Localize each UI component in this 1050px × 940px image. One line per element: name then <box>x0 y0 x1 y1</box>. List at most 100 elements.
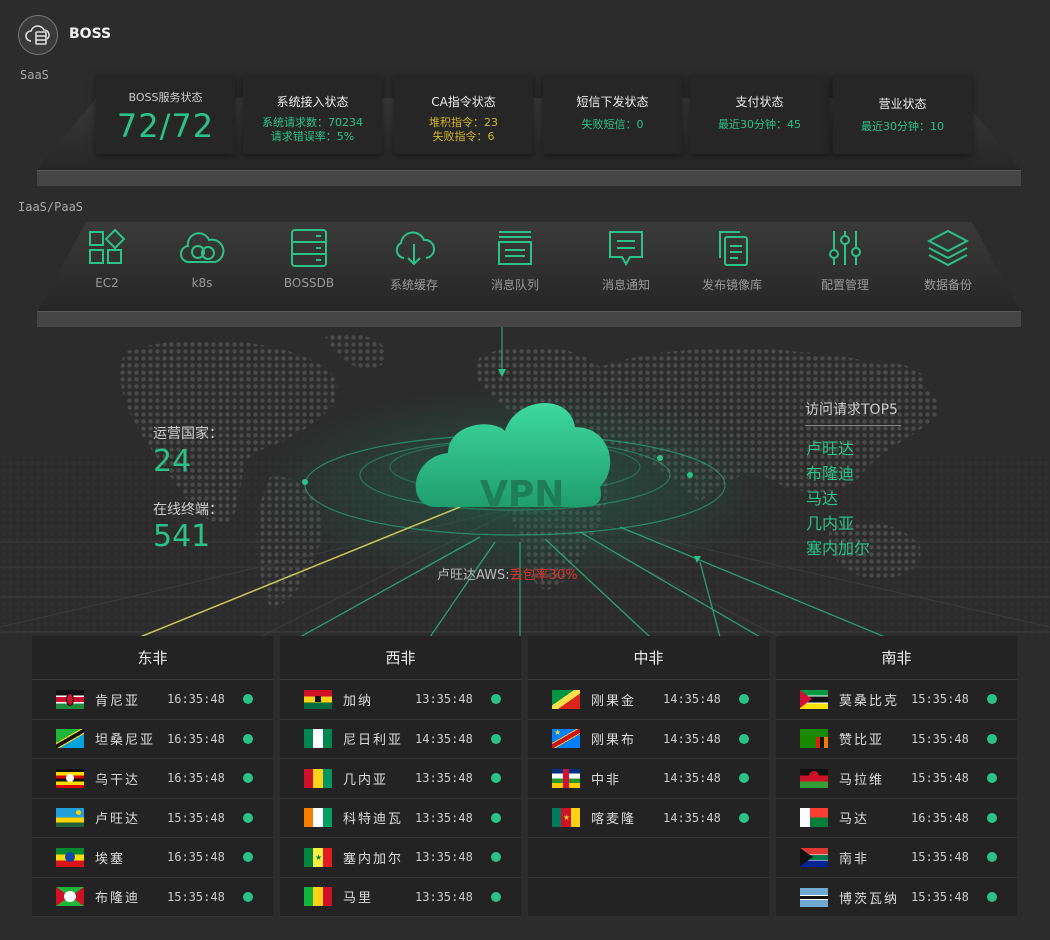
empty-row <box>528 838 769 878</box>
status-dot <box>243 694 253 705</box>
status-dot <box>491 733 501 744</box>
country-time: 15:35:48 <box>167 889 225 904</box>
database-server-icon <box>291 229 327 267</box>
status-dot <box>243 733 253 744</box>
status-dot <box>491 694 501 705</box>
service-cache[interactable]: 系统缓存 <box>364 228 464 293</box>
service-mq[interactable]: 消息队列 <box>465 228 565 293</box>
card-title: CA指令状态 <box>431 95 496 109</box>
status-dot <box>987 812 997 823</box>
country-row[interactable]: 卢旺达 15:35:48 <box>32 799 273 838</box>
malawi-flag-icon <box>800 768 828 788</box>
country-row[interactable]: 马拉维 15:35:48 <box>776 759 1017 799</box>
saas-layer-label: SaaS <box>20 68 49 82</box>
network-map: VPN 卢旺达AWS:丢包率30% 运营国家： 24 在线终端： 541 访问请… <box>0 327 1050 637</box>
status-dot <box>739 733 749 744</box>
layers-icon <box>926 229 970 267</box>
sms-status-card[interactable]: 短信下发状态 失败短信：0 <box>543 75 682 154</box>
country-row[interactable]: ★ 塞内加尔 13:35:48 <box>280 838 521 878</box>
country-time: 14:35:48 <box>663 692 721 707</box>
congo-flag-icon <box>552 689 580 709</box>
countries-value: 24 <box>153 444 192 479</box>
card-line: 失败短信：0 <box>581 118 644 131</box>
tanzania-flag-icon <box>56 729 84 749</box>
country-row[interactable]: 科特迪瓦 13:35:48 <box>280 799 521 838</box>
country-row[interactable]: 布隆迪 15:35:48 <box>32 878 273 917</box>
access-status-card[interactable]: 系统接入状态 系统请求数：70234 请求错误率：5% <box>243 75 382 154</box>
service-notify[interactable]: 消息通知 <box>576 228 676 293</box>
ivory-coast-flag-icon <box>304 808 332 828</box>
service-image-repo[interactable]: 发布镜像库 <box>682 228 782 293</box>
paas-layer-label: IaaS/PaaS <box>18 200 84 214</box>
service-name: EC2 <box>95 276 119 290</box>
country-name: 马拉维 <box>839 772 885 788</box>
top5-item[interactable]: 布隆迪 <box>806 461 870 486</box>
status-dot <box>987 852 997 863</box>
country-row[interactable]: 几内亚 13:35:48 <box>280 759 521 799</box>
message-bubble-icon <box>609 231 643 267</box>
cloud-server-icon <box>18 15 58 55</box>
country-row[interactable]: ★ 刚果布 14:35:48 <box>528 720 769 759</box>
country-row[interactable]: 中非 14:35:48 <box>528 759 769 799</box>
service-name: k8s <box>191 276 213 290</box>
payment-status-card[interactable]: 支付状态 最近30分钟：45 <box>690 75 829 154</box>
country-time: 15:35:48 <box>911 692 969 707</box>
business-status-card[interactable]: 营业状态 最近30分钟：10 <box>833 75 972 154</box>
country-row[interactable]: 博茨瓦纳 15:35:48 <box>776 878 1017 918</box>
country-time: 13:35:48 <box>415 850 473 865</box>
top5-item[interactable]: 塞内加尔 <box>806 536 870 561</box>
country-time: 13:35:48 <box>415 810 473 825</box>
boss-status-card[interactable]: BOSS服务状态 72/72 <box>96 75 235 154</box>
country-time: 16:35:48 <box>167 850 225 865</box>
service-ec2[interactable]: EC2 <box>57 228 157 290</box>
app-title: BOSS <box>69 26 112 42</box>
top5-list: 卢旺达 布隆迪 马达 几内亚 塞内加尔 <box>806 436 870 561</box>
country-name: 几内亚 <box>343 772 389 788</box>
alert-value: 丢包率30% <box>509 568 578 583</box>
region-panel-south: 南非 莫桑比克 15:35:48 赞比亚 15:35:48 马拉维 15:35:48 … <box>776 636 1017 916</box>
service-k8s[interactable]: k8s <box>152 228 252 290</box>
empty-row <box>528 878 769 918</box>
service-bossdb[interactable]: BOSSDB <box>259 228 359 290</box>
nigeria-flag-icon <box>304 729 332 749</box>
country-row[interactable]: 南非 15:35:48 <box>776 838 1017 878</box>
country-row[interactable]: 马里 13:35:48 <box>280 878 521 917</box>
mali-flag-icon <box>304 887 332 907</box>
status-dot <box>491 812 501 823</box>
country-name: 马里 <box>343 891 374 907</box>
country-row[interactable]: 加纳 13:35:48 <box>280 680 521 720</box>
country-row[interactable]: 莫桑比克 15:35:48 <box>776 680 1017 720</box>
country-time: 13:35:48 <box>415 771 473 786</box>
country-row[interactable]: 乌干达 16:35:48 <box>32 759 273 799</box>
botswana-flag-icon <box>800 887 828 907</box>
service-name: BOSSDB <box>283 276 335 290</box>
country-time: 13:35:48 <box>415 692 473 707</box>
country-row[interactable]: 刚果金 14:35:48 <box>528 680 769 720</box>
app-grid-icon <box>89 228 126 264</box>
top5-item[interactable]: 卢旺达 <box>806 436 870 461</box>
card-title: 支付状态 <box>735 95 784 109</box>
mozambique-flag-icon <box>800 689 828 709</box>
country-name: 尼日利亚 <box>343 733 404 749</box>
country-row[interactable]: 肯尼亚 16:35:48 <box>32 680 273 720</box>
status-dot <box>987 694 997 705</box>
status-dot <box>243 773 253 784</box>
country-row[interactable]: 埃塞 16:35:48 <box>32 838 273 878</box>
country-time: 14:35:48 <box>663 731 721 746</box>
country-row[interactable]: ★ 喀麦隆 14:35:48 <box>528 799 769 838</box>
top5-item[interactable]: 马达 <box>806 486 870 511</box>
country-time: 16:35:48 <box>911 810 969 825</box>
country-row[interactable]: 坦桑尼亚 16:35:48 <box>32 720 273 759</box>
uganda-flag-icon <box>56 768 84 788</box>
region-title: 西非 <box>280 636 521 680</box>
ca-status-card[interactable]: CA指令状态 堆积指令：23 失败指令：6 <box>394 75 533 154</box>
top5-item[interactable]: 几内亚 <box>806 511 870 536</box>
status-dot <box>739 694 749 705</box>
service-count: 72/72 <box>116 107 215 145</box>
service-backup[interactable]: 数据备份 <box>898 228 998 293</box>
card-title: BOSS服务状态 <box>128 91 203 104</box>
service-config[interactable]: 配置管理 <box>795 228 895 293</box>
country-row[interactable]: 尼日利亚 14:35:48 <box>280 720 521 759</box>
country-row[interactable]: 马达 16:35:48 <box>776 799 1017 838</box>
country-row[interactable]: 赞比亚 15:35:48 <box>776 720 1017 759</box>
